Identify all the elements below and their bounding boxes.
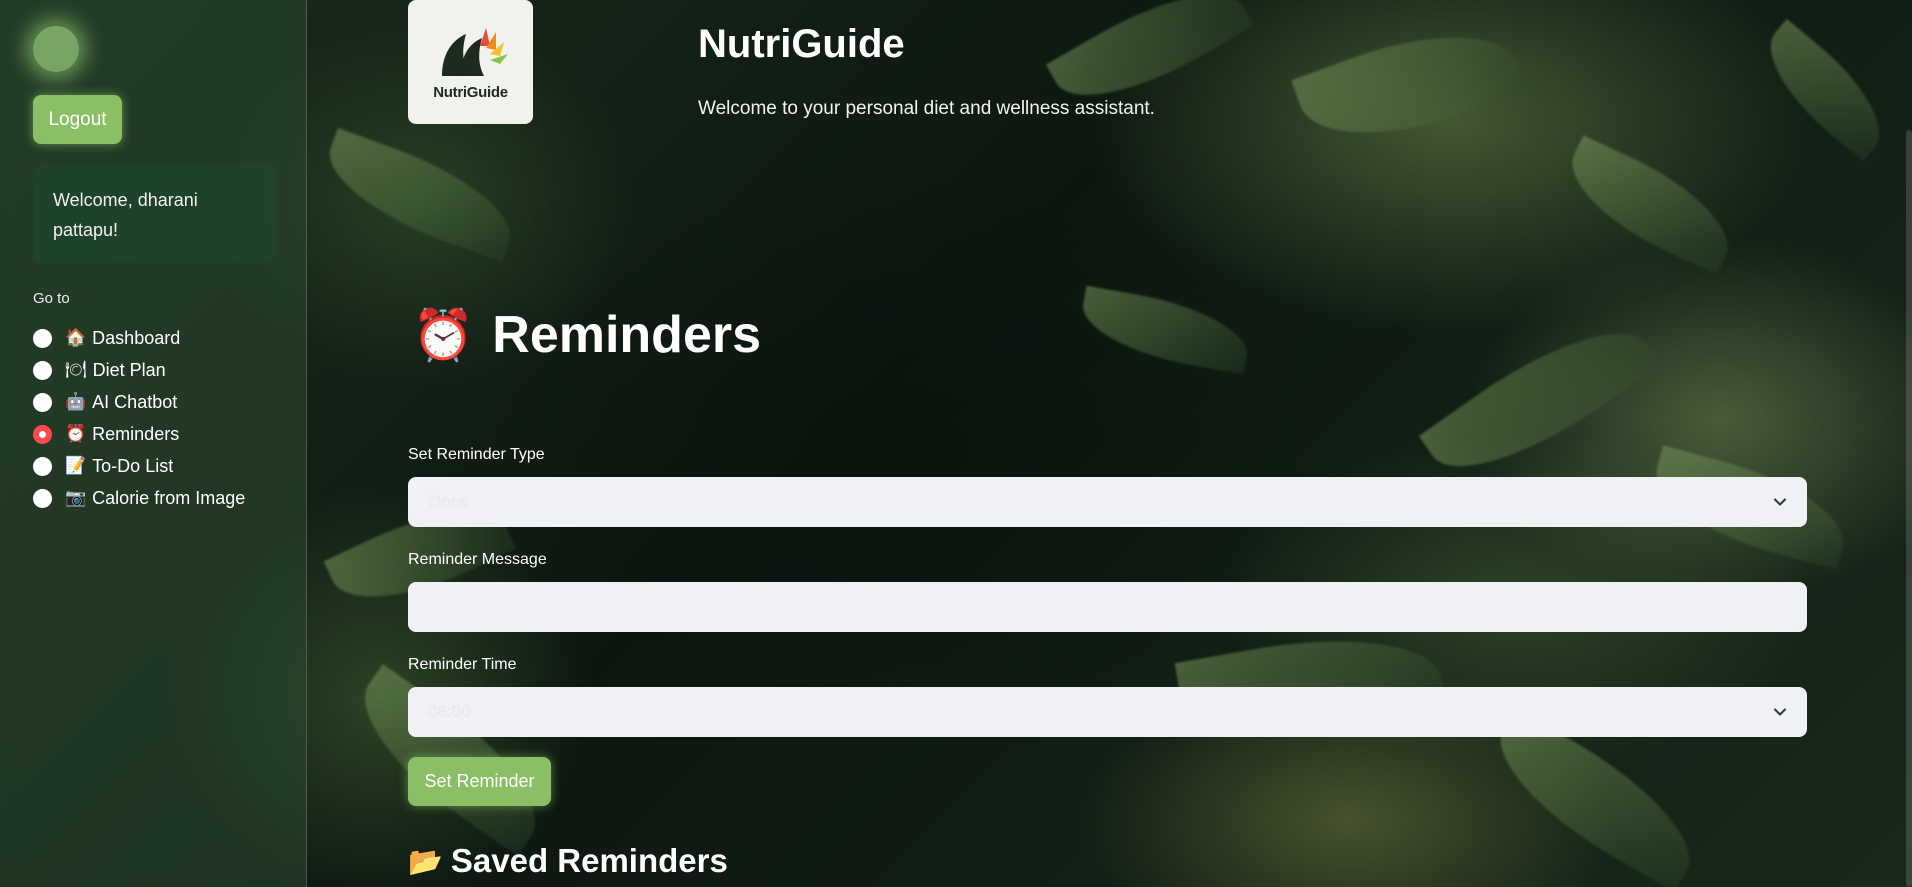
nav-item-dashboard[interactable]: 🏠 Dashboard: [33, 322, 245, 354]
nutriguide-logo: NutriGuide: [408, 0, 533, 124]
nav-item-label: Dashboard: [92, 327, 181, 348]
camera-icon: 📷: [65, 488, 87, 507]
nav-item-todo-list[interactable]: 📝 To-Do List: [33, 450, 245, 482]
logo-text: NutriGuide: [433, 83, 508, 101]
radio-button[interactable]: [33, 488, 52, 508]
plate-icon: 🍽: [65, 360, 87, 379]
reminder-type-select[interactable]: Once: [408, 477, 1807, 527]
saved-reminders-title: Saved Reminders: [450, 842, 728, 879]
house-icon: 🏠: [65, 328, 87, 347]
alarm-clock-icon: ⏰: [65, 424, 87, 443]
radio-button[interactable]: [33, 392, 52, 412]
nav-item-label: Reminders: [92, 423, 180, 444]
reminder-time-select[interactable]: 08:00: [408, 687, 1807, 737]
nav-item-diet-plan[interactable]: 🍽 Diet Plan: [33, 354, 245, 386]
radio-button[interactable]: [33, 360, 52, 380]
nav-item-label: Diet Plan: [92, 359, 166, 380]
app-subtitle: Welcome to your personal diet and wellne…: [698, 98, 1155, 119]
sidebar-glow-icon: [33, 26, 79, 72]
app-title: NutriGuide: [698, 22, 905, 66]
sidebar: Logout Welcome, dharani pattapu! Go to 🏠…: [0, 0, 307, 887]
leaf-logo-icon: [441, 27, 508, 76]
reminder-message-input[interactable]: [408, 582, 1807, 632]
chevron-down-icon: [1773, 705, 1787, 719]
memo-icon: 📝: [65, 456, 87, 475]
nav-item-label: AI Chatbot: [92, 391, 178, 412]
reminder-message-label: Reminder Message: [408, 551, 547, 568]
robot-icon: 🤖: [65, 392, 87, 411]
reminder-type-value: Once: [428, 492, 469, 511]
reminder-type-label: Set Reminder Type: [408, 446, 545, 463]
nav-item-calorie-from-image[interactable]: 📷 Calorie from Image: [33, 482, 245, 514]
nav-radio-group: 🏠 Dashboard 🍽 Diet Plan 🤖 AI Chatbot ⏰ R…: [33, 322, 245, 514]
page-title-text: Reminders: [492, 306, 762, 364]
radio-button[interactable]: [33, 328, 52, 348]
reminder-time-label: Reminder Time: [408, 656, 517, 673]
logout-button[interactable]: Logout: [33, 95, 122, 144]
alarm-clock-icon: ⏰: [412, 306, 475, 363]
reminder-time-value: 08:00: [428, 702, 471, 721]
nav-item-reminders[interactable]: ⏰ Reminders: [33, 418, 245, 450]
nav-title: Go to: [33, 290, 70, 307]
nav-item-label: To-Do List: [92, 455, 174, 476]
radio-button[interactable]: [33, 456, 52, 476]
saved-reminders-heading: 📂 Saved Reminders: [408, 842, 728, 880]
chevron-down-icon: [1773, 495, 1787, 509]
set-reminder-button[interactable]: Set Reminder: [408, 757, 551, 806]
folder-icon: 📂: [408, 845, 443, 877]
page-scrollbar[interactable]: [1906, 130, 1912, 887]
welcome-message: Welcome, dharani pattapu!: [33, 165, 275, 263]
radio-button-selected[interactable]: [33, 424, 52, 444]
nav-item-ai-chatbot[interactable]: 🤖 AI Chatbot: [33, 386, 245, 418]
page-title: ⏰ Reminders: [412, 305, 761, 365]
nav-item-label: Calorie from Image: [92, 487, 246, 508]
